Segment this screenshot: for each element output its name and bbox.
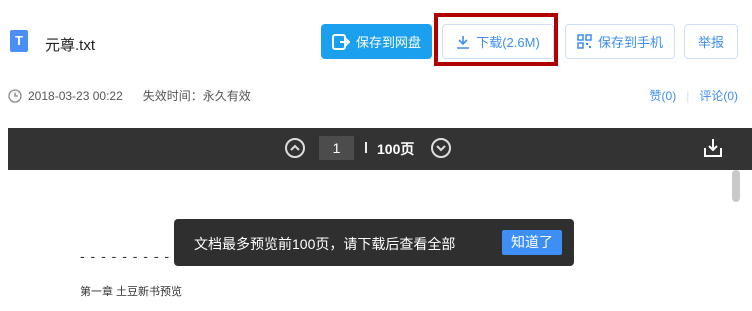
prev-page-button[interactable] xyxy=(285,138,305,158)
toast-text: 文档最多预览前100页，请下载后查看全部 xyxy=(194,236,456,252)
page-number-input[interactable]: 1 xyxy=(319,136,354,160)
report-button[interactable]: 举报 xyxy=(684,24,738,59)
txt-file-icon: T xyxy=(10,30,28,52)
save-to-drive-label: 保存到网盘 xyxy=(355,35,421,50)
chevron-up-icon xyxy=(290,144,300,151)
report-label: 举报 xyxy=(697,35,724,50)
comment-link[interactable]: 评论(0) xyxy=(699,87,738,104)
divider: | xyxy=(686,88,690,103)
next-page-button[interactable] xyxy=(431,138,451,158)
download-highlight-box xyxy=(434,13,558,66)
viewer-toolbar: 1 100页 xyxy=(8,128,752,170)
save-download-icon[interactable] xyxy=(703,138,723,158)
expiry-text: 失效时间：永久有效 xyxy=(142,89,251,103)
upload-date: 2018-03-23 00:22 xyxy=(28,88,123,103)
meta-info: 2018-03-23 00:22 失效时间：永久有效 xyxy=(8,87,251,104)
qr-code-icon xyxy=(577,34,592,49)
scrollbar-thumb[interactable] xyxy=(732,170,740,202)
total-pages: 100页 xyxy=(377,141,415,157)
save-to-phone-button[interactable]: 保存到手机 xyxy=(565,24,675,59)
chevron-down-icon xyxy=(436,145,446,152)
got-it-button[interactable]: 知道了 xyxy=(502,230,562,255)
preview-limit-toast: 文档最多预览前100页，请下载后查看全部 知道了 xyxy=(174,219,574,266)
file-name: 元尊.txt xyxy=(45,37,96,54)
page-separator xyxy=(365,142,367,153)
save-to-drive-button[interactable]: 保存到网盘 xyxy=(321,24,432,59)
clock-icon xyxy=(8,88,22,103)
save-drive-icon xyxy=(331,33,350,50)
save-to-phone-label: 保存到手机 xyxy=(597,35,663,50)
doc-chapter-line: 第一章 土豆新书预览 xyxy=(80,286,183,298)
social-links: 赞(0) | 评论(0) xyxy=(650,87,738,104)
like-link[interactable]: 赞(0) xyxy=(650,87,677,104)
